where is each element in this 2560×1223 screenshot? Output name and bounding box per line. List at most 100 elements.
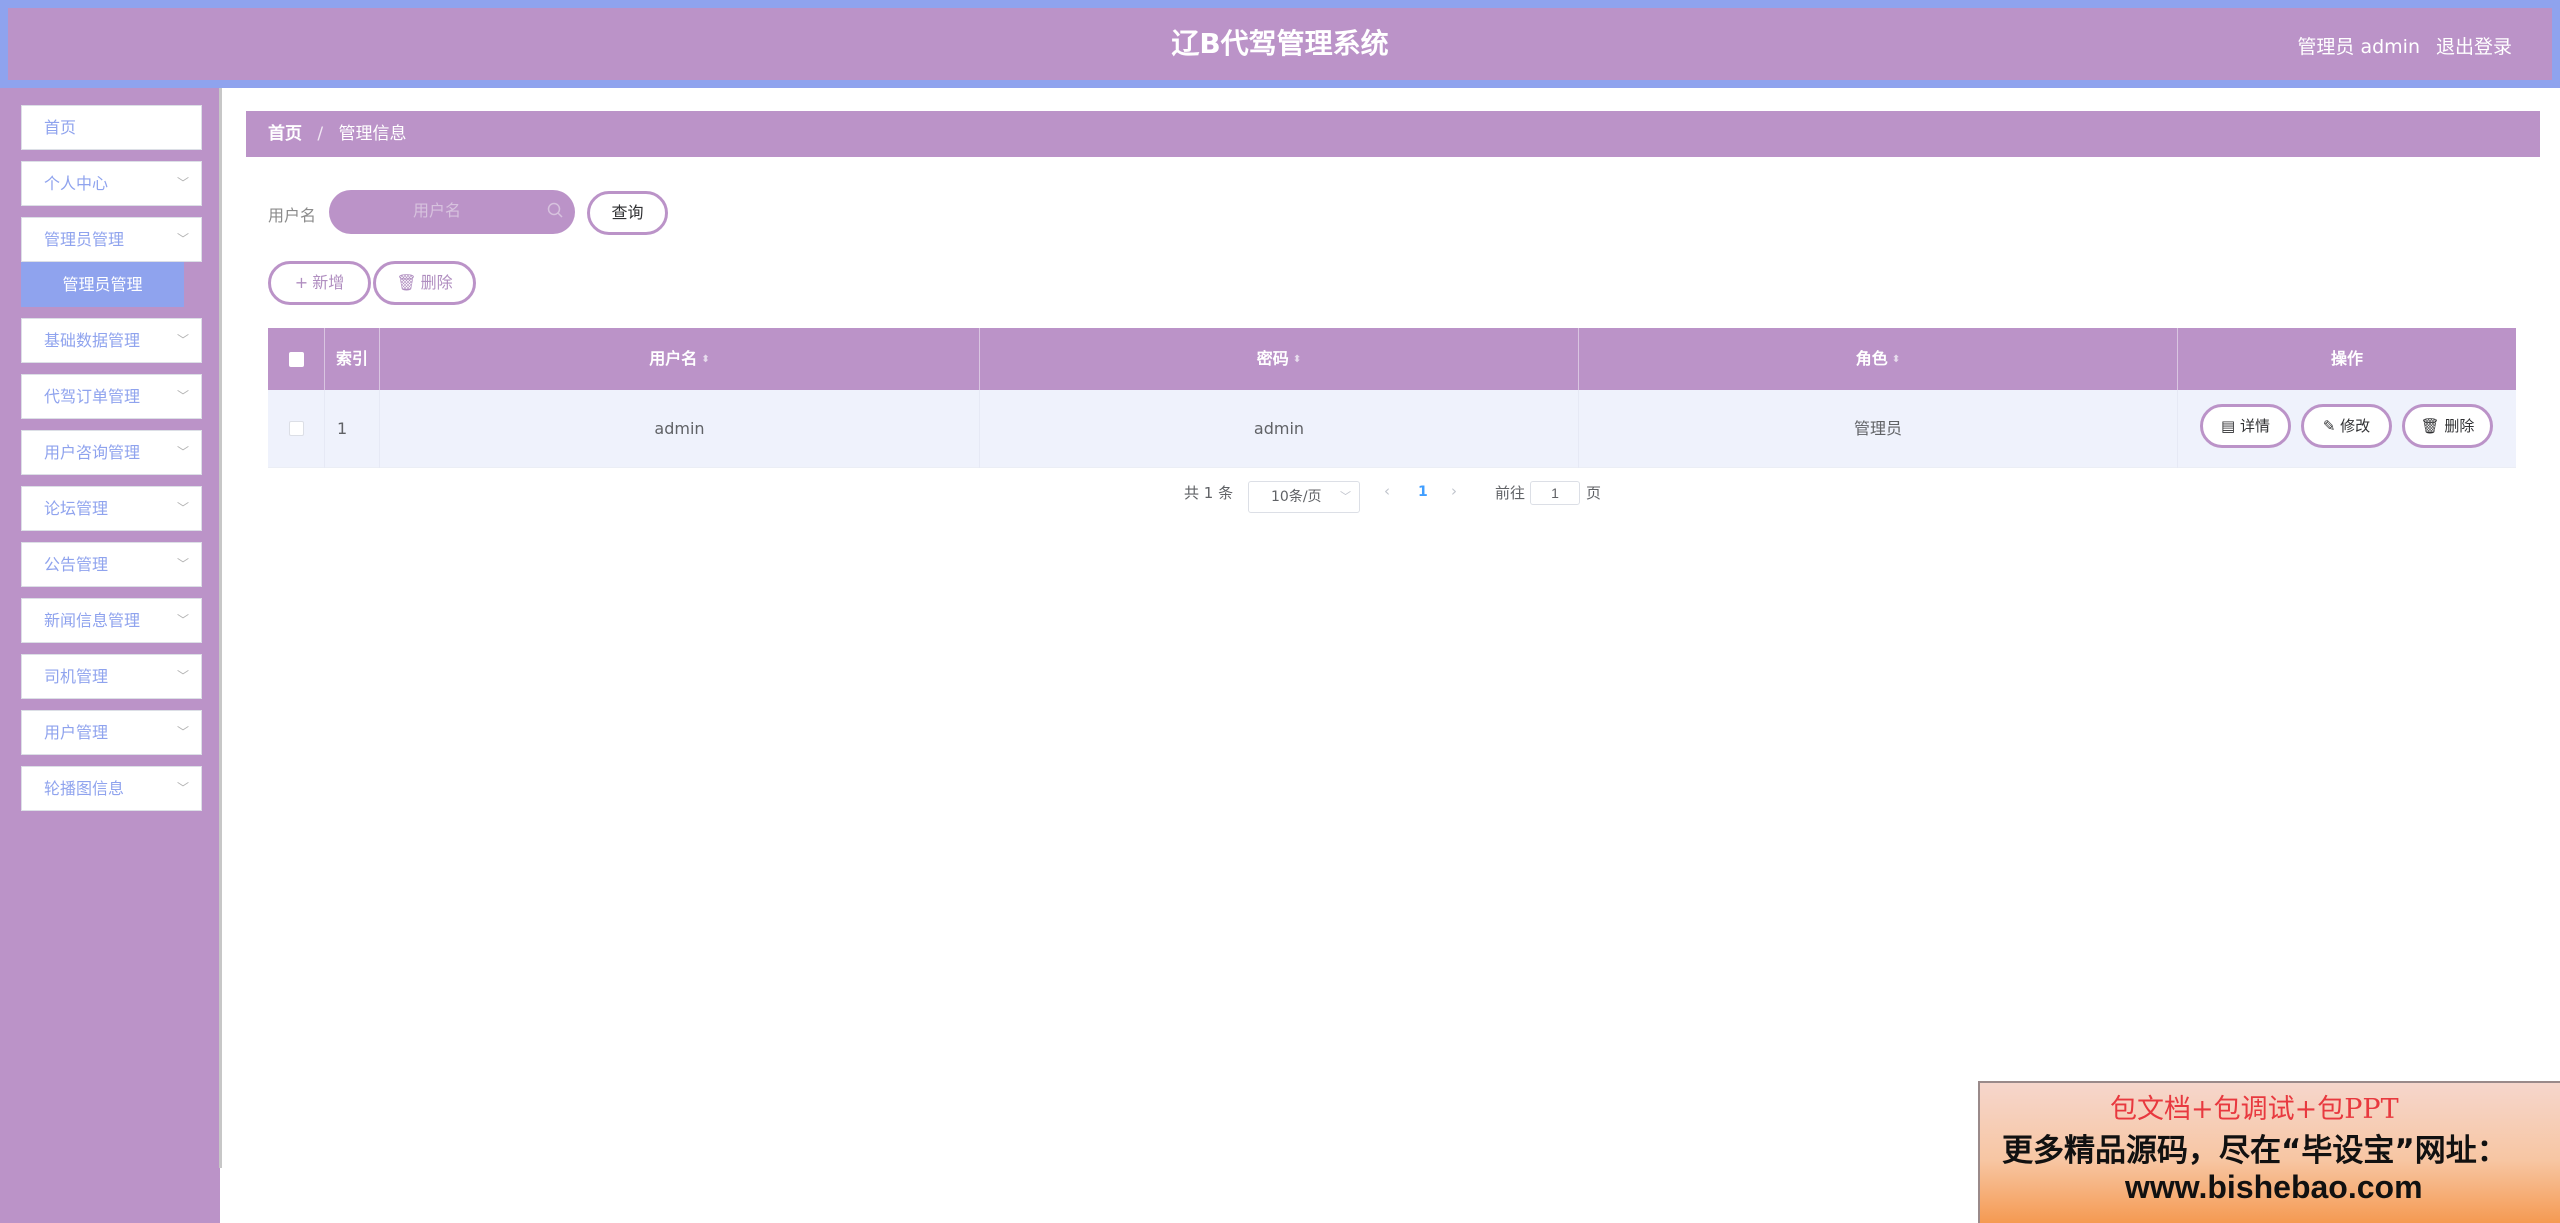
search-icon: [547, 202, 563, 218]
trash-icon: 🗑: [2420, 417, 2445, 435]
sidebar-subitem-admin-management[interactable]: 管理员管理: [21, 262, 184, 307]
chevron-down-icon: ﹀: [176, 557, 189, 571]
column-header-label: 用户名: [649, 349, 698, 368]
sidebar-item-home[interactable]: 首页: [21, 105, 202, 150]
search-input[interactable]: [329, 190, 575, 234]
chevron-down-icon: ﹀: [176, 333, 189, 347]
row-checkbox[interactable]: [289, 421, 304, 436]
chevron-down-icon: ﹀: [176, 669, 189, 683]
promo-line-1: 包文档+包调试+包PPT: [2110, 1094, 2399, 1125]
sidebar-item-orders[interactable]: 代驾订单管理 ﹀: [21, 374, 202, 419]
sidebar-item-carousel[interactable]: 轮播图信息 ﹀: [21, 766, 202, 811]
sidebar-item-label: 司机管理: [44, 667, 109, 686]
chevron-down-icon: ﹀: [176, 389, 189, 403]
pagination-total: 共 1 条: [1184, 484, 1234, 502]
sidebar-item-label: 管理员管理: [44, 230, 125, 249]
chevron-down-icon: ﹀: [176, 501, 189, 515]
row-delete-button[interactable]: 🗑 删除: [2402, 404, 2493, 448]
sidebar-item-label: 用户管理: [44, 723, 109, 742]
sidebar-item-label: 轮播图信息: [44, 779, 125, 798]
sort-icon[interactable]: ⬍: [1892, 354, 1900, 365]
column-header-username[interactable]: 用户名 ⬍: [380, 328, 980, 390]
page-size-select[interactable]: 10条/页 ﹀: [1248, 481, 1360, 513]
sidebar-divider: [219, 88, 222, 1168]
edit-icon: ✎: [2322, 417, 2341, 435]
current-user-label: 管理员 admin: [2297, 36, 2420, 58]
breadcrumb-current: 管理信息: [338, 124, 407, 144]
sidebar-item-label: 新闻信息管理: [44, 611, 141, 630]
chevron-down-icon: ﹀: [176, 725, 189, 739]
chevron-down-icon: ﹀: [176, 613, 189, 627]
query-button[interactable]: 查询: [587, 191, 668, 235]
sort-icon[interactable]: ⬍: [1293, 354, 1301, 365]
sidebar-item-consultation[interactable]: 用户咨询管理 ﹀: [21, 430, 202, 475]
breadcrumb-home[interactable]: 首页: [268, 124, 302, 144]
detail-button-label: 详情: [2239, 417, 2270, 435]
plus-icon: +: [294, 273, 309, 292]
column-header-password[interactable]: 密码 ⬍: [980, 328, 1579, 390]
goto-page-input[interactable]: [1530, 481, 1580, 505]
edit-button-label: 修改: [2340, 417, 2371, 435]
cell-password: admin: [980, 390, 1579, 468]
cell-role: 管理员: [1579, 390, 2178, 468]
page-suffix-label: 页: [1586, 484, 1602, 502]
sidebar-item-label: 个人中心: [44, 174, 109, 193]
detail-button[interactable]: ▤ 详情: [2200, 404, 2291, 448]
breadcrumb-separator: /: [317, 124, 324, 144]
search-label: 用户名: [268, 206, 317, 225]
table-header: 索引 用户名 ⬍ 密码 ⬍ 角色 ⬍ 操作: [268, 328, 2516, 390]
edit-button[interactable]: ✎ 修改: [2301, 404, 2392, 448]
table-row: 1 admin admin 管理员 ▤ 详情 ✎ 修改 🗑 删除: [268, 390, 2516, 468]
top-header: 辽B代驾管理系统 管理员 admin 退出登录: [0, 0, 2560, 88]
row-delete-button-label: 删除: [2444, 417, 2475, 435]
prev-page-button[interactable]: ‹: [1384, 482, 1390, 500]
sidebar-item-news[interactable]: 新闻信息管理 ﹀: [21, 598, 202, 643]
select-all-cell: [268, 328, 325, 390]
trash-icon: 🗑: [396, 273, 417, 292]
chevron-down-icon: ﹀: [1340, 490, 1351, 503]
next-page-button[interactable]: ›: [1451, 482, 1457, 500]
sidebar-item-label: 基础数据管理: [44, 331, 141, 350]
delete-button-label: 删除: [420, 273, 453, 292]
sidebar-item-label: 论坛管理: [44, 499, 109, 518]
column-header-actions: 操作: [2330, 349, 2363, 368]
add-button-label: 新增: [312, 273, 345, 292]
sidebar-item-users[interactable]: 用户管理 ﹀: [21, 710, 202, 755]
column-header-index: 索引: [325, 328, 380, 390]
column-header-label: 角色: [1855, 349, 1888, 368]
promo-line-2: 更多精品源码，尽在“毕设宝”网址：: [2002, 1133, 2508, 1169]
cell-index: 1: [325, 390, 380, 468]
add-button[interactable]: + 新增: [268, 261, 371, 305]
sidebar-item-label: 代驾订单管理: [44, 387, 141, 406]
sidebar-item-forum[interactable]: 论坛管理 ﹀: [21, 486, 202, 531]
breadcrumb: 首页 / 管理信息: [246, 111, 2540, 157]
chevron-down-icon: ﹀: [176, 176, 189, 190]
sidebar-item-label: 首页: [44, 118, 77, 137]
sidebar-item-admin-management[interactable]: 管理员管理 ﹀: [21, 217, 202, 262]
sidebar-item-personal-center[interactable]: 个人中心 ﹀: [21, 161, 202, 206]
column-header-label: 密码: [1256, 349, 1289, 368]
cell-username: admin: [380, 390, 980, 468]
sidebar-item-label: 公告管理: [44, 555, 109, 574]
sidebar-item-drivers[interactable]: 司机管理 ﹀: [21, 654, 202, 699]
column-header-role[interactable]: 角色 ⬍: [1579, 328, 2178, 390]
promo-line-3: www.bishebao.com: [2125, 1169, 2423, 1205]
cell-actions: ▤ 详情 ✎ 修改 🗑 删除: [2178, 390, 2516, 468]
sidebar-item-basic-data[interactable]: 基础数据管理 ﹀: [21, 318, 202, 363]
bulk-delete-button[interactable]: 🗑 删除: [373, 261, 476, 305]
row-select-cell: [268, 390, 325, 468]
app-title: 辽B代驾管理系统: [1171, 27, 1389, 60]
logout-link[interactable]: 退出登录: [2436, 32, 2512, 59]
chevron-down-icon: ﹀: [176, 232, 189, 246]
sort-icon[interactable]: ⬍: [701, 354, 709, 365]
goto-label: 前往: [1495, 484, 1526, 502]
chevron-down-icon: ﹀: [176, 445, 189, 459]
select-all-checkbox[interactable]: [289, 352, 304, 367]
document-icon: ▤: [2221, 417, 2240, 435]
sidebar-item-label: 用户咨询管理: [44, 443, 141, 462]
sidebar-item-announcements[interactable]: 公告管理 ﹀: [21, 542, 202, 587]
promo-watermark: 包文档+包调试+包PPT 更多精品源码，尽在“毕设宝”网址： www.bishe…: [1978, 1081, 2560, 1223]
chevron-down-icon: ﹀: [176, 781, 189, 795]
page-number-current[interactable]: 1: [1418, 484, 1428, 500]
page-size-value: 10条/页: [1271, 489, 1322, 505]
